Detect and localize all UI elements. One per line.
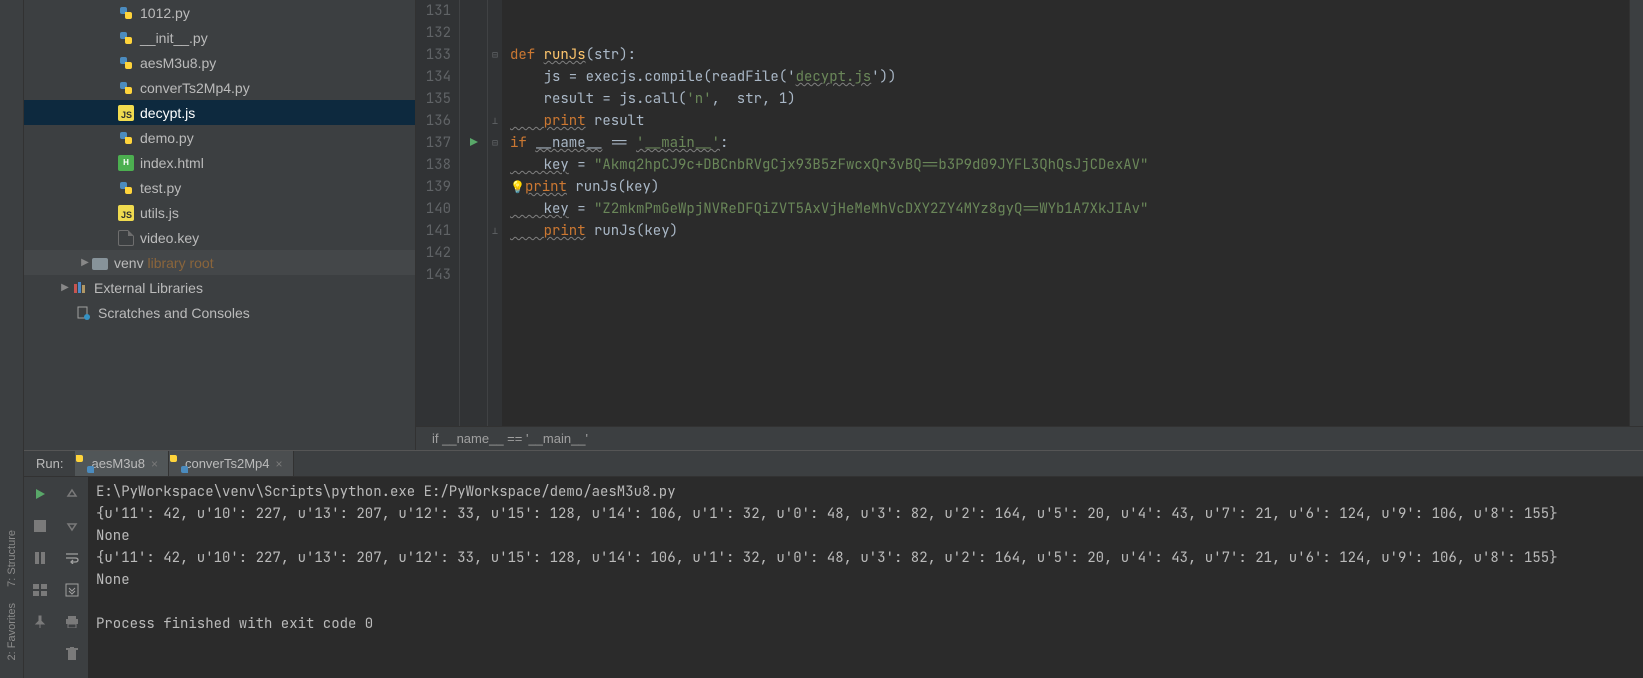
print-button[interactable] — [61, 611, 83, 633]
up-button[interactable] — [61, 483, 83, 505]
tree-scratches[interactable]: Scratches and Consoles — [24, 300, 415, 325]
pause-button[interactable] — [29, 547, 51, 569]
tree-file-label: decypt.js — [140, 105, 195, 121]
run-label: Run: — [24, 451, 75, 476]
tree-file-label: utils.js — [140, 205, 179, 221]
tree-external-libs[interactable]: ▶ External Libraries — [24, 275, 415, 300]
js-file-icon: JS — [118, 105, 134, 121]
tree-file[interactable]: __init__.py — [24, 25, 415, 50]
folder-icon — [92, 255, 108, 271]
run-panel: Run: aesM3u8 ×converTs2Mp4 × — [24, 450, 1643, 678]
python-file-icon — [118, 180, 134, 196]
vertical-scrollbar[interactable] — [1629, 0, 1643, 426]
close-icon[interactable]: × — [151, 457, 158, 471]
run-tab[interactable]: converTs2Mp4 × — [169, 451, 294, 476]
stop-button[interactable] — [29, 515, 51, 537]
structure-tool-tab[interactable]: 7: Structure — [6, 522, 18, 595]
code-line[interactable]: if __name__ == '__main__': — [510, 132, 1629, 154]
code-line[interactable]: print result — [510, 110, 1629, 132]
tree-file-label: 1012.py — [140, 5, 190, 21]
tree-file[interactable]: demo.py — [24, 125, 415, 150]
favorites-label: 2: Favorites — [6, 603, 18, 660]
tree-file[interactable]: test.py — [24, 175, 415, 200]
code-line[interactable] — [510, 22, 1629, 44]
close-icon[interactable]: × — [276, 457, 283, 471]
line-gutter[interactable]: 131132133134135136137138139140141142143 — [416, 0, 460, 426]
trash-button[interactable] — [61, 643, 83, 665]
tree-file-label: aesM3u8.py — [140, 55, 216, 71]
tree-file[interactable]: aesM3u8.py — [24, 50, 415, 75]
code-line[interactable]: def runJs(str): — [510, 44, 1629, 66]
run-toolbar — [24, 477, 88, 678]
venv-label: venv — [114, 255, 144, 271]
down-button[interactable] — [61, 515, 83, 537]
expand-arrow-icon[interactable]: ▶ — [58, 282, 72, 293]
run-tabs-bar: Run: aesM3u8 ×converTs2Mp4 × — [24, 451, 1643, 477]
run-tab-label: aesM3u8 — [91, 456, 144, 471]
layout-button[interactable] — [29, 579, 51, 601]
breadcrumb-text: if __name__ == '__main__' — [432, 431, 588, 446]
js-file-icon: JS — [118, 205, 134, 221]
scratches-icon — [76, 305, 92, 321]
tree-file[interactable]: 1012.py — [24, 0, 415, 25]
tree-file[interactable]: JS decypt.js — [24, 100, 415, 125]
python-file-icon — [118, 5, 134, 21]
console-output[interactable]: E:\PyWorkspace\venv\Scripts\python.exe E… — [88, 477, 1643, 678]
code-line[interactable] — [510, 264, 1629, 286]
tree-file[interactable]: video.key — [24, 225, 415, 250]
code-line[interactable] — [510, 242, 1629, 264]
python-file-icon — [118, 55, 134, 71]
code-lines[interactable]: def runJs(str): js = execjs.compile(read… — [502, 0, 1629, 426]
code-line[interactable]: 💡print runJs(key) — [510, 176, 1629, 198]
tree-file-label: demo.py — [140, 130, 194, 146]
expand-arrow-icon[interactable]: ▶ — [78, 257, 92, 268]
tree-file[interactable]: converTs2Mp4.py — [24, 75, 415, 100]
fold-gutter[interactable]: ⊟⊥⊟⊥ — [488, 0, 502, 426]
run-tab[interactable]: aesM3u8 × — [75, 451, 169, 476]
code-editor[interactable]: 131132133134135136137138139140141142143 … — [416, 0, 1643, 450]
soft-wrap-button[interactable] — [61, 547, 83, 569]
libraries-icon — [72, 280, 88, 296]
python-file-icon — [118, 80, 134, 96]
scratches-label: Scratches and Consoles — [98, 305, 250, 321]
tree-file[interactable]: JS utils.js — [24, 200, 415, 225]
intention-bulb-icon[interactable]: 💡 — [510, 179, 525, 195]
scroll-to-end-button[interactable] — [61, 579, 83, 601]
code-line[interactable]: key = "Akmq2hpCJ9c+DBCnbRVgCjx93B5zFwcxQ… — [510, 154, 1629, 176]
tree-file-label: test.py — [140, 180, 181, 196]
left-tool-rail: 7: Structure 2: Favorites — [0, 0, 24, 678]
tree-venv[interactable]: ▶ venv library root — [24, 250, 415, 275]
code-line[interactable]: result = js.call('n', str, 1) — [510, 88, 1629, 110]
structure-label: 7: Structure — [6, 530, 18, 587]
tree-file-label: video.key — [140, 230, 199, 246]
external-libs-label: External Libraries — [94, 280, 203, 296]
venv-suffix: library root — [147, 255, 213, 271]
code-line[interactable]: js = execjs.compile(readFile('decypt.js'… — [510, 66, 1629, 88]
marker-gutter — [460, 0, 488, 426]
html-file-icon: H — [118, 155, 134, 171]
python-file-icon — [118, 130, 134, 146]
python-file-icon — [118, 30, 134, 46]
rerun-button[interactable] — [29, 483, 51, 505]
code-line[interactable]: print runJs(key) — [510, 220, 1629, 242]
run-gutter-icon[interactable] — [469, 132, 479, 154]
breadcrumb[interactable]: if __name__ == '__main__' — [416, 426, 1643, 450]
pin-button[interactable] — [29, 611, 51, 633]
tree-file-label: __init__.py — [140, 30, 208, 46]
tree-file-label: converTs2Mp4.py — [140, 80, 250, 96]
code-line[interactable]: key = "Z2mkmPmGeWpjNVReDFQiZVT5AxVjHeMeM… — [510, 198, 1629, 220]
file-icon — [118, 230, 134, 246]
tree-file-label: index.html — [140, 155, 204, 171]
code-line[interactable] — [510, 0, 1629, 22]
project-tree[interactable]: 1012.py __init__.py aesM3u8.py converTs2Mp4… — [24, 0, 416, 450]
run-tab-label: converTs2Mp4 — [185, 456, 270, 471]
tree-file[interactable]: Hindex.html — [24, 150, 415, 175]
favorites-tool-tab[interactable]: 2: Favorites — [6, 595, 18, 668]
